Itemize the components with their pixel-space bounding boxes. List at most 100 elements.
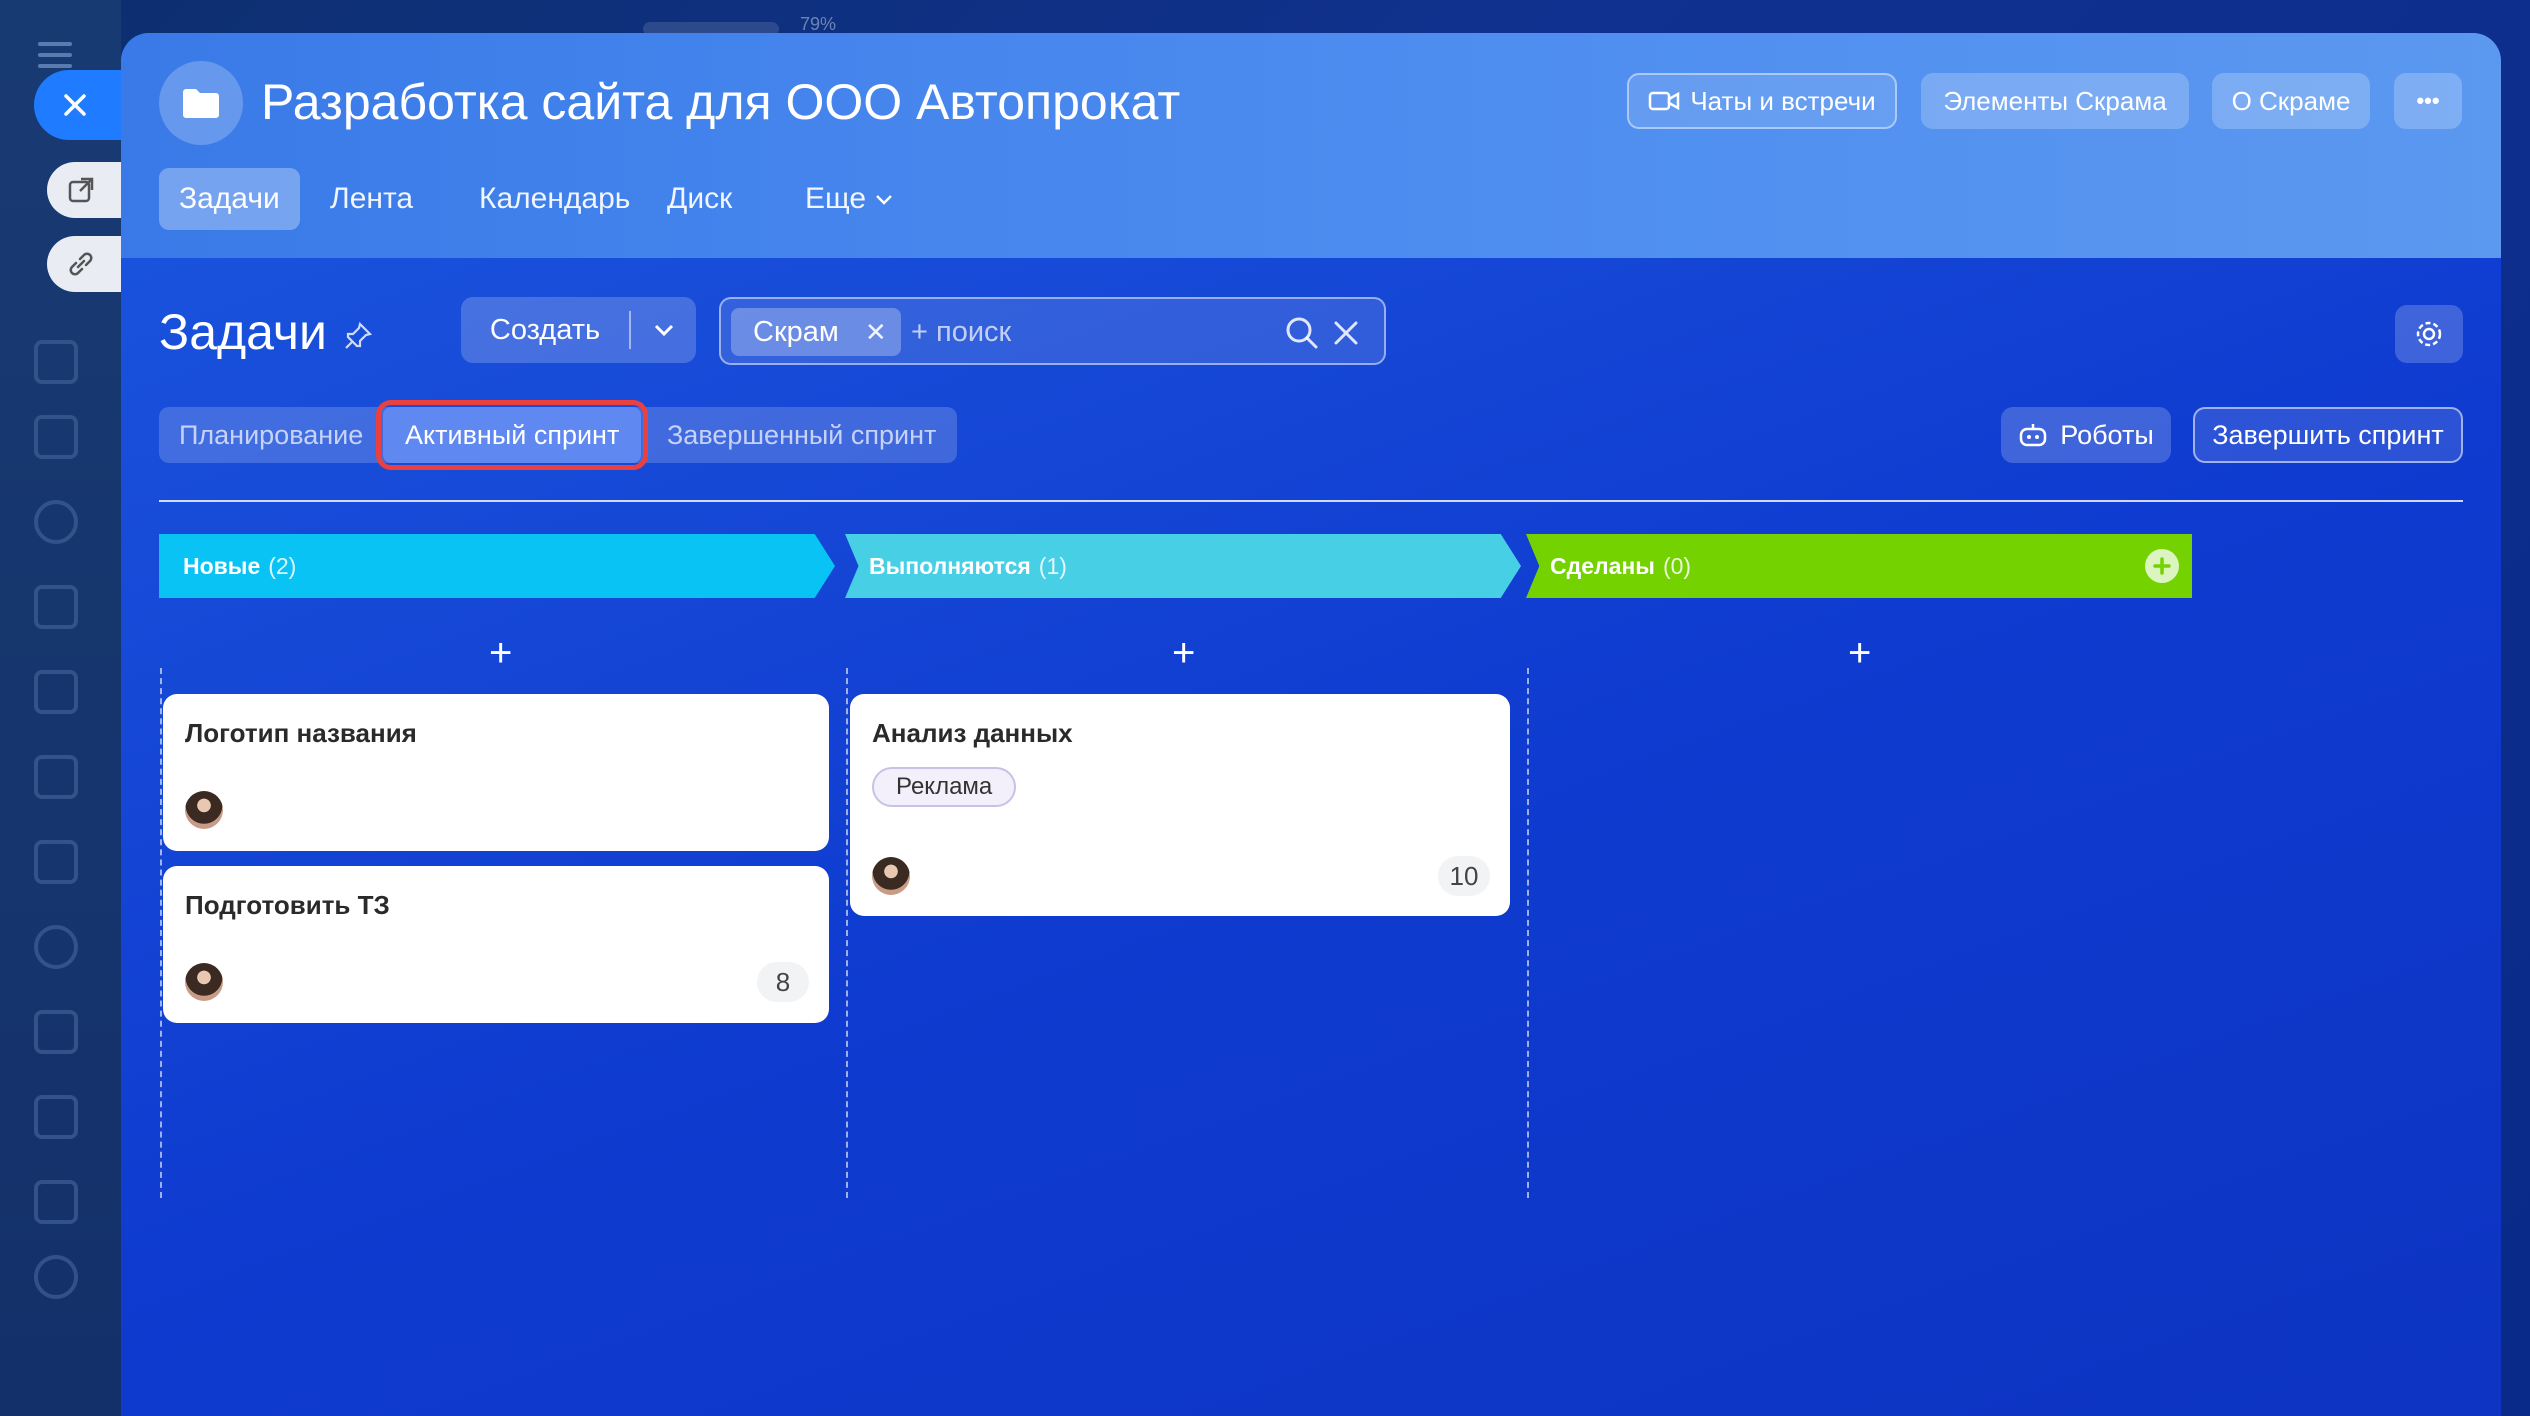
project-avatar (159, 61, 243, 145)
more-button[interactable]: ••• (2394, 73, 2462, 129)
tab-feed-label: Лента (330, 182, 414, 215)
tab-completed-sprint-label: Завершенный спринт (667, 419, 937, 450)
tab-tasks-label: Задачи (179, 182, 280, 215)
column-name: Выполняются (869, 552, 1031, 579)
news-icon[interactable] (34, 415, 78, 459)
column-header-in-progress[interactable]: Выполняются (1) (845, 534, 1521, 598)
clear-search-icon[interactable] (1331, 318, 1361, 348)
tab-more-label: Еще (805, 182, 867, 215)
story-points-badge: 10 (1438, 856, 1490, 896)
project-slider-panel: Разработка сайта для ООО Автопрокат Чаты… (121, 33, 2501, 1416)
column-dropzone-in-progress (846, 668, 848, 1198)
column-name: Сделаны (1550, 552, 1655, 579)
column-name: Новые (183, 552, 261, 579)
search-input[interactable]: + поиск (911, 316, 1011, 349)
finish-sprint-label: Завершить спринт (2212, 419, 2444, 450)
zoom-level: 79% (800, 14, 837, 34)
chats-meetings-button[interactable]: Чаты и встречи (1627, 73, 1897, 129)
contacts-icon[interactable] (34, 925, 78, 969)
column-dropzone-done (1527, 668, 1529, 1198)
external-link-icon (68, 177, 94, 203)
calendar-icon[interactable] (34, 585, 78, 629)
video-camera-icon (1649, 91, 1680, 111)
task-title[interactable]: Логотип названия (185, 718, 417, 749)
task-title[interactable]: Анализ данных (872, 718, 1073, 749)
scrum-elements-button[interactable]: Элементы Скрама (1921, 73, 2189, 129)
add-task-in-progress-button[interactable]: + (1172, 631, 1195, 676)
chevron-down-icon (654, 324, 673, 337)
close-slider-button[interactable] (34, 70, 126, 140)
chats-meetings-label: Чаты и встречи (1690, 85, 1876, 116)
column-header-done[interactable]: Сделаны (0) (1526, 534, 2192, 598)
tab-calendar[interactable]: Календарь (459, 168, 650, 230)
chip-remove-icon[interactable]: ✕ (865, 317, 887, 348)
plus-icon (2153, 557, 2171, 575)
close-icon (64, 94, 86, 116)
story-points-badge: 8 (757, 962, 809, 1002)
search-icon[interactable] (1284, 315, 1320, 351)
column-header-new[interactable]: Новые (2) (159, 534, 835, 598)
task-card[interactable]: Подготовить ТЗ 8 (163, 866, 829, 1023)
scrum-elements-label: Элементы Скрама (1943, 85, 2167, 116)
funnel-icon[interactable] (34, 1095, 78, 1139)
about-scrum-label: О Скраме (2231, 85, 2351, 116)
task-card[interactable]: Анализ данных Реклама 10 (850, 694, 1510, 916)
workgroups-icon[interactable] (34, 340, 78, 384)
create-dropdown-toggle[interactable] (631, 322, 696, 338)
project-header: Разработка сайта для ООО Автопрокат Чаты… (121, 33, 2501, 258)
tab-disk-label: Диск (667, 182, 733, 215)
tab-disk[interactable]: Диск (647, 168, 752, 230)
settings-icon[interactable] (34, 1255, 78, 1299)
task-card[interactable]: Логотип названия (163, 694, 829, 851)
task-title[interactable]: Подготовить ТЗ (185, 890, 390, 921)
column-count: (1) (1038, 552, 1067, 579)
link-icon (69, 252, 93, 276)
avatar[interactable] (185, 791, 223, 829)
documents-icon[interactable] (34, 670, 78, 714)
analytics-icon[interactable] (34, 1180, 78, 1224)
robots-label: Роботы (2060, 419, 2154, 450)
tab-planning[interactable]: Планирование (179, 407, 363, 463)
open-in-new-window-button[interactable] (47, 162, 121, 218)
sprint-view-switcher: Планирование Активный спринт Завершенный… (159, 400, 957, 470)
chat-icon[interactable] (34, 500, 78, 544)
pin-icon[interactable] (343, 321, 373, 351)
tab-feed[interactable]: Лента (310, 168, 433, 230)
add-column-button[interactable] (2145, 549, 2179, 583)
tab-more[interactable]: Еще (785, 168, 914, 230)
column-count: (2) (268, 552, 297, 579)
tab-active-sprint[interactable]: Активный спринт (375, 400, 649, 470)
settings-button[interactable] (2395, 305, 2463, 363)
finish-sprint-button[interactable]: Завершить спринт (2193, 407, 2463, 463)
tab-tasks[interactable]: Задачи (159, 168, 300, 230)
mail-icon[interactable] (34, 840, 78, 884)
filter-chip-scrum[interactable]: Скрам ✕ (731, 308, 901, 356)
robots-button[interactable]: Роботы (2001, 407, 2171, 463)
avatar[interactable] (185, 963, 223, 1001)
tag-badge[interactable]: Реклама (872, 767, 1017, 807)
robot-icon (2020, 424, 2047, 447)
divider (159, 500, 2463, 502)
tab-completed-sprint[interactable]: Завершенный спринт (667, 407, 936, 463)
create-button[interactable]: Создать (461, 297, 696, 363)
tab-calendar-label: Календарь (479, 182, 631, 215)
filter-search-box[interactable]: Скрам ✕ + поиск (719, 297, 1386, 365)
add-task-done-button[interactable]: + (1848, 631, 1871, 676)
sign-icon[interactable] (34, 1010, 78, 1054)
project-title: Разработка сайта для ООО Автопрокат (261, 74, 1181, 130)
gear-icon (2416, 321, 2442, 347)
avatar[interactable] (872, 857, 910, 895)
menu-icon[interactable] (38, 42, 72, 68)
more-dots-icon: ••• (2416, 88, 2440, 113)
tab-planning-label: Планирование (179, 419, 364, 450)
page-title: Задачи (159, 304, 327, 360)
column-dropzone-new (160, 668, 162, 1198)
drive-icon[interactable] (34, 755, 78, 799)
about-scrum-button[interactable]: О Скраме (2212, 73, 2370, 129)
column-count: (0) (1662, 552, 1692, 579)
add-task-new-button[interactable]: + (489, 631, 512, 676)
create-label: Создать (489, 313, 601, 346)
tab-active-sprint-label: Активный спринт (405, 419, 620, 450)
filter-chip-label: Скрам (753, 315, 839, 348)
copy-link-button[interactable] (47, 236, 121, 292)
